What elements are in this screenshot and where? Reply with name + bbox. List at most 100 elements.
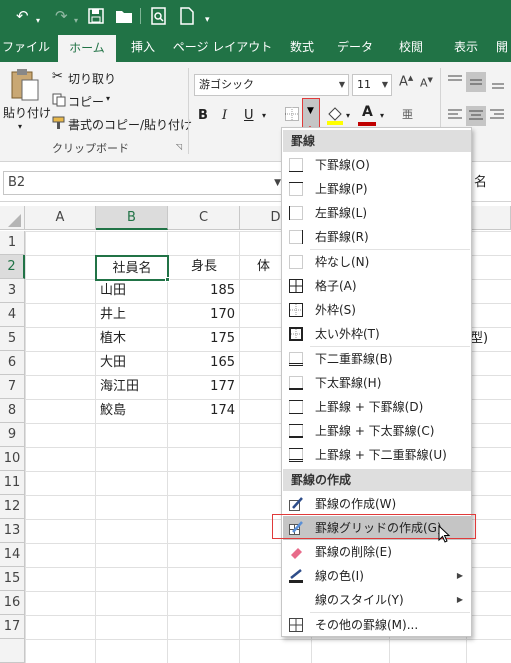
cell-height[interactable]: 175 (168, 327, 239, 351)
cell-name[interactable]: 井上 (96, 303, 166, 327)
fill-color-dropdown-icon[interactable]: ▾ (346, 111, 350, 120)
row-header[interactable]: 2 (0, 255, 25, 279)
menu-item-no-border[interactable]: 枠なし(N) (283, 250, 471, 274)
row-header[interactable]: 6 (0, 351, 25, 375)
tab-formulas[interactable]: 数式 (282, 32, 322, 62)
row-header[interactable]: 5 (0, 327, 25, 351)
menu-item-draw-border[interactable]: 罫線の作成(W) (283, 492, 471, 516)
italic-button[interactable]: I (222, 108, 227, 123)
row-header[interactable]: 12 (0, 495, 25, 519)
cell-b2[interactable]: 社員名 (95, 255, 169, 281)
formula-content[interactable]: 名 (474, 171, 487, 190)
menu-item-line-style[interactable]: 線のスタイル(Y) ▶ (283, 588, 471, 612)
copy-button[interactable]: コピー (68, 93, 104, 110)
menu-item-bottom-border[interactable]: 下罫線(O) (283, 153, 471, 177)
paste-icon[interactable] (10, 68, 40, 102)
tab-developer[interactable]: 開 (496, 32, 511, 62)
tab-page-layout[interactable]: ページ レイアウト (170, 32, 275, 62)
clipboard-launcher-icon[interactable]: ◹ (176, 142, 182, 151)
font-grow-icon[interactable]: A▲ (399, 74, 413, 89)
font-shrink-icon[interactable]: A▼ (420, 76, 433, 90)
menu-item-top-thick-bottom-border[interactable]: 上罫線 + 下太罫線(C) (283, 419, 471, 443)
cell-d2[interactable]: 体 (257, 255, 283, 279)
tab-data[interactable]: データ (330, 32, 380, 62)
paste-dropdown-icon[interactable]: ▾ (18, 122, 22, 131)
tab-review[interactable]: 校閲 (388, 32, 434, 62)
menu-item-line-color[interactable]: 線の色(I) ▶ (283, 564, 471, 588)
underline-dropdown-icon[interactable]: ▾ (262, 111, 266, 120)
save-icon[interactable] (88, 8, 104, 24)
row-header[interactable]: 16 (0, 591, 25, 615)
menu-item-top-bottom-border[interactable]: 上罫線 + 下罫線(D) (283, 395, 471, 419)
row-header[interactable]: 1 (0, 231, 25, 255)
menu-item-thick-box-border[interactable]: 太い外枠(T) (283, 322, 471, 346)
fill-color-icon[interactable] (325, 104, 345, 126)
new-document-icon[interactable] (180, 7, 194, 25)
font-size-select[interactable]: 11 ▼ (352, 74, 392, 96)
row-header[interactable]: 15 (0, 567, 25, 591)
paste-button[interactable]: 貼り付け (3, 104, 51, 121)
tab-insert[interactable]: 挿入 (120, 32, 166, 62)
menu-item-label: 線の色(I) (315, 569, 364, 583)
menu-item-more-borders[interactable]: その他の罫線(M)... (283, 613, 471, 637)
cell-height[interactable]: 165 (168, 351, 239, 375)
row-header[interactable]: 17 (0, 615, 25, 639)
cell-height[interactable]: 170 (168, 303, 239, 327)
undo-icon[interactable]: ↶ (16, 6, 29, 26)
cell-name[interactable]: 大田 (96, 351, 166, 375)
redo-icon[interactable]: ↷ (55, 6, 68, 26)
font-name-select[interactable]: 游ゴシック ▼ (194, 74, 349, 96)
menu-item-thick-bottom-border[interactable]: 下太罫線(H) (283, 371, 471, 395)
row-header[interactable]: 9 (0, 423, 25, 447)
borders-icon[interactable] (284, 106, 300, 122)
name-box[interactable]: B2 ▼ (3, 171, 286, 195)
cell-height[interactable]: 174 (168, 399, 239, 423)
row-header[interactable]: 4 (0, 303, 25, 327)
menu-item-all-borders[interactable]: 格子(A) (283, 274, 471, 298)
customize-dropdown-icon[interactable]: ▾ (205, 10, 210, 30)
row-header[interactable]: 11 (0, 471, 25, 495)
row-header[interactable]: 3 (0, 279, 25, 303)
open-folder-icon[interactable] (115, 8, 133, 24)
menu-item-left-border[interactable]: 左罫線(L) (283, 201, 471, 225)
row-header[interactable]: 8 (0, 399, 25, 423)
menu-item-right-border[interactable]: 右罫線(R) (283, 225, 471, 249)
cell-partial[interactable]: 型) (470, 327, 511, 351)
row-header[interactable]: 14 (0, 543, 25, 567)
copy-dropdown-icon[interactable]: ▾ (106, 94, 110, 103)
redo-dropdown-icon[interactable]: ▾ (74, 11, 78, 31)
cell-height[interactable]: 177 (168, 375, 239, 399)
row-header[interactable]: 10 (0, 447, 25, 471)
bold-button[interactable]: B (198, 108, 208, 123)
print-preview-icon[interactable] (151, 7, 167, 25)
menu-item-top-double-bottom-border[interactable]: 上罫線 + 下二重罫線(U) (283, 443, 471, 467)
menu-item-bottom-double-border[interactable]: 下二重罫線(B) (283, 347, 471, 371)
tab-home[interactable]: ホーム (58, 35, 116, 62)
menu-item-outside-borders[interactable]: 外枠(S) (283, 298, 471, 322)
cut-button[interactable]: 切り取り (68, 70, 116, 87)
vertical-align-icons[interactable] (446, 72, 506, 92)
menu-item-top-border[interactable]: 上罫線(P) (283, 177, 471, 201)
tab-view[interactable]: 表示 (443, 32, 489, 62)
cell-c2[interactable]: 身長 (169, 255, 239, 279)
cell-height[interactable]: 185 (168, 279, 239, 303)
font-color-button[interactable]: A (362, 104, 373, 120)
row-header[interactable]: 13 (0, 519, 25, 543)
font-color-dropdown-icon[interactable]: ▾ (380, 111, 384, 120)
column-header[interactable]: C (168, 206, 240, 230)
cell-name[interactable]: 山田 (96, 279, 166, 303)
select-all-corner[interactable] (0, 206, 25, 230)
column-header[interactable]: A (25, 206, 96, 230)
cell-name[interactable]: 海江田 (96, 375, 166, 399)
phonetic-icon[interactable]: 亜 (402, 106, 413, 122)
tab-file[interactable]: ファイル (0, 32, 52, 62)
undo-dropdown-icon[interactable]: ▾ (36, 11, 40, 31)
row-header[interactable]: 7 (0, 375, 25, 399)
column-header[interactable]: B (96, 206, 168, 230)
format-painter-button[interactable]: 書式のコピー/貼り付け (68, 116, 192, 133)
cell-name[interactable]: 植木 (96, 327, 166, 351)
cell-name[interactable]: 鮫島 (96, 399, 166, 423)
underline-button[interactable]: U (244, 108, 254, 123)
borders-dropdown-button[interactable]: ▼ (302, 98, 320, 128)
horizontal-align-icons[interactable] (446, 106, 506, 126)
